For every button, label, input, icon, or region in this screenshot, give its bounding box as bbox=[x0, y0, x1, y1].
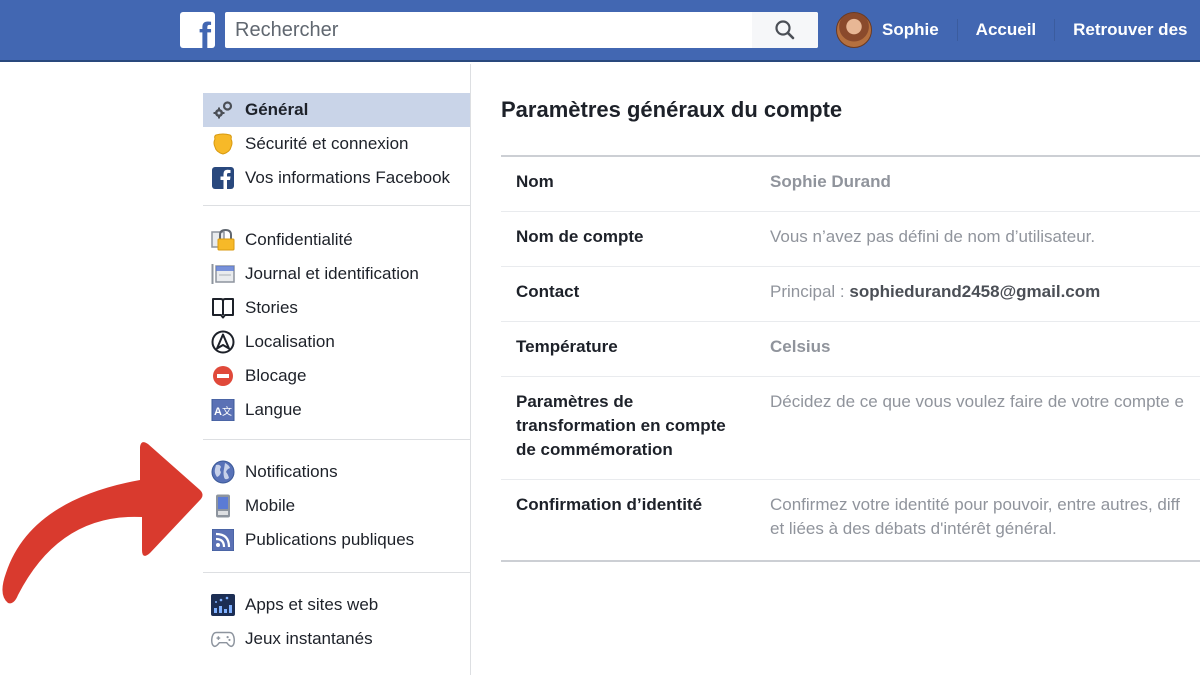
sidebar-item-label: Général bbox=[245, 100, 309, 119]
globe-icon bbox=[211, 460, 235, 484]
svg-text:文: 文 bbox=[222, 405, 232, 418]
setting-value-line: et liées à des débats d'intérêt général. bbox=[770, 519, 1057, 538]
top-navigation-bar: f Sophie Accueil Retrouver des bbox=[0, 0, 1200, 62]
sidebar-item-security[interactable]: Sécurité et connexion bbox=[203, 127, 470, 161]
search-box bbox=[225, 12, 818, 48]
sidebar-group: Notifications Mobile Publications publiq… bbox=[203, 440, 470, 573]
sidebar-item-apps-and-websites[interactable]: Apps et sites web bbox=[203, 588, 470, 622]
search-button[interactable] bbox=[752, 12, 818, 48]
setting-label: Température bbox=[516, 337, 618, 356]
sidebar-group: Confidentialité Journal et identificatio… bbox=[203, 206, 470, 440]
red-arrow-annotation bbox=[2, 442, 203, 604]
sidebar-item-instant-games[interactable]: Jeux instantanés bbox=[203, 622, 470, 656]
sidebar-item-label: Sécurité et connexion bbox=[245, 134, 409, 153]
sidebar-group: Général Sécurité et connexion Vos inform… bbox=[203, 64, 470, 206]
sidebar-item-location[interactable]: Localisation bbox=[203, 325, 470, 359]
sidebar-item-privacy[interactable]: Confidentialité bbox=[203, 223, 470, 257]
sidebar-item-your-facebook-information[interactable]: Vos informations Facebook bbox=[203, 161, 470, 195]
setting-row-username[interactable]: Nom de compte Vous n’avez pas défini de … bbox=[501, 212, 1200, 267]
settings-table: Nom Sophie Durand Nom de compte Vous n’a… bbox=[501, 155, 1200, 562]
sidebar-item-language[interactable]: A文 Langue bbox=[203, 393, 470, 427]
setting-label: Contact bbox=[516, 282, 580, 301]
sidebar-item-notifications[interactable]: Notifications bbox=[203, 455, 470, 489]
setting-value: Vous n’avez pas défini de nom d’utilisat… bbox=[770, 227, 1096, 246]
home-link[interactable]: Accueil bbox=[958, 20, 1054, 40]
sidebar-item-label: Notifications bbox=[245, 462, 338, 481]
book-icon bbox=[211, 296, 235, 320]
sidebar-item-public-posts[interactable]: Publications publiques bbox=[203, 523, 470, 557]
shield-badge-icon bbox=[211, 132, 235, 156]
sidebar-item-label: Localisation bbox=[245, 332, 335, 351]
profile-link[interactable]: Sophie bbox=[872, 20, 957, 40]
language-icon: A文 bbox=[211, 398, 235, 422]
svg-text:A: A bbox=[214, 406, 222, 418]
page-title: Paramètres généraux du compte bbox=[501, 97, 843, 122]
setting-row-temperature[interactable]: Température Celsius bbox=[501, 322, 1200, 377]
sidebar-item-label: Langue bbox=[245, 400, 302, 419]
setting-value: Principal : sophiedurand2458@gmail.com bbox=[770, 280, 1200, 321]
sidebar-item-stories[interactable]: Stories bbox=[203, 291, 470, 325]
sidebar-item-blocking[interactable]: Blocage bbox=[203, 359, 470, 393]
setting-row-identity-confirmation[interactable]: Confirmation d’identité Confirmez votre … bbox=[501, 480, 1200, 560]
nav-links: Sophie Accueil Retrouver des bbox=[836, 10, 1200, 50]
contact-email: sophiedurand2458@gmail.com bbox=[849, 282, 1101, 301]
setting-row-contact[interactable]: Contact Principal : sophiedurand2458@gma… bbox=[501, 267, 1200, 322]
avatar[interactable] bbox=[836, 12, 872, 48]
setting-value: Décidez de ce que vous voulez faire de v… bbox=[770, 392, 1184, 411]
sidebar-item-label: Confidentialité bbox=[245, 230, 353, 249]
sidebar-group: Apps et sites web Jeux instantanés bbox=[203, 573, 470, 656]
timeline-icon bbox=[211, 262, 235, 286]
apps-icon bbox=[211, 593, 235, 617]
mobile-icon bbox=[211, 494, 235, 518]
sidebar-item-label: Jeux instantanés bbox=[245, 629, 373, 648]
search-input[interactable] bbox=[225, 12, 750, 48]
setting-label: Nom de compte bbox=[516, 227, 644, 246]
setting-label: Paramètres de transformation en compte d… bbox=[516, 392, 726, 459]
sidebar-item-general[interactable]: Général bbox=[203, 93, 470, 127]
facebook-icon bbox=[211, 166, 235, 190]
general-settings-panel: Paramètres généraux du compte Nom Sophie… bbox=[501, 64, 1200, 562]
block-icon bbox=[211, 364, 235, 388]
setting-value: Celsius bbox=[770, 337, 831, 356]
gamepad-icon bbox=[211, 627, 235, 651]
facebook-logo[interactable]: f bbox=[180, 12, 215, 48]
find-friends-link[interactable]: Retrouver des bbox=[1055, 20, 1200, 40]
contact-prefix: Principal : bbox=[770, 282, 850, 301]
sidebar-item-timeline-and-tagging[interactable]: Journal et identification bbox=[203, 257, 470, 291]
sidebar-item-label: Stories bbox=[245, 298, 298, 317]
setting-value: Sophie Durand bbox=[770, 172, 891, 191]
search-icon bbox=[775, 20, 795, 40]
sidebar-item-label: Journal et identification bbox=[245, 264, 419, 283]
sidebar-item-mobile[interactable]: Mobile bbox=[203, 489, 470, 523]
rss-icon bbox=[211, 528, 235, 552]
gears-icon bbox=[211, 98, 235, 122]
settings-sidebar: Général Sécurité et connexion Vos inform… bbox=[203, 64, 471, 675]
setting-value-line: Confirmez votre identité pour pouvoir, e… bbox=[770, 495, 1180, 514]
setting-label: Nom bbox=[516, 172, 554, 191]
padlock-icon bbox=[211, 228, 235, 252]
sidebar-item-label: Apps et sites web bbox=[245, 595, 379, 614]
sidebar-item-label: Mobile bbox=[245, 496, 296, 515]
setting-value: Confirmez votre identité pour pouvoir, e… bbox=[770, 493, 1200, 560]
setting-label: Confirmation d’identité bbox=[516, 495, 703, 514]
sidebar-item-label: Blocage bbox=[245, 366, 307, 385]
sidebar-item-label: Vos informations Facebook bbox=[245, 168, 451, 187]
location-icon bbox=[211, 330, 235, 354]
setting-row-name[interactable]: Nom Sophie Durand bbox=[501, 157, 1200, 212]
setting-row-memorialization[interactable]: Paramètres de transformation en compte d… bbox=[501, 377, 1200, 480]
sidebar-item-label: Publications publiques bbox=[245, 530, 415, 549]
